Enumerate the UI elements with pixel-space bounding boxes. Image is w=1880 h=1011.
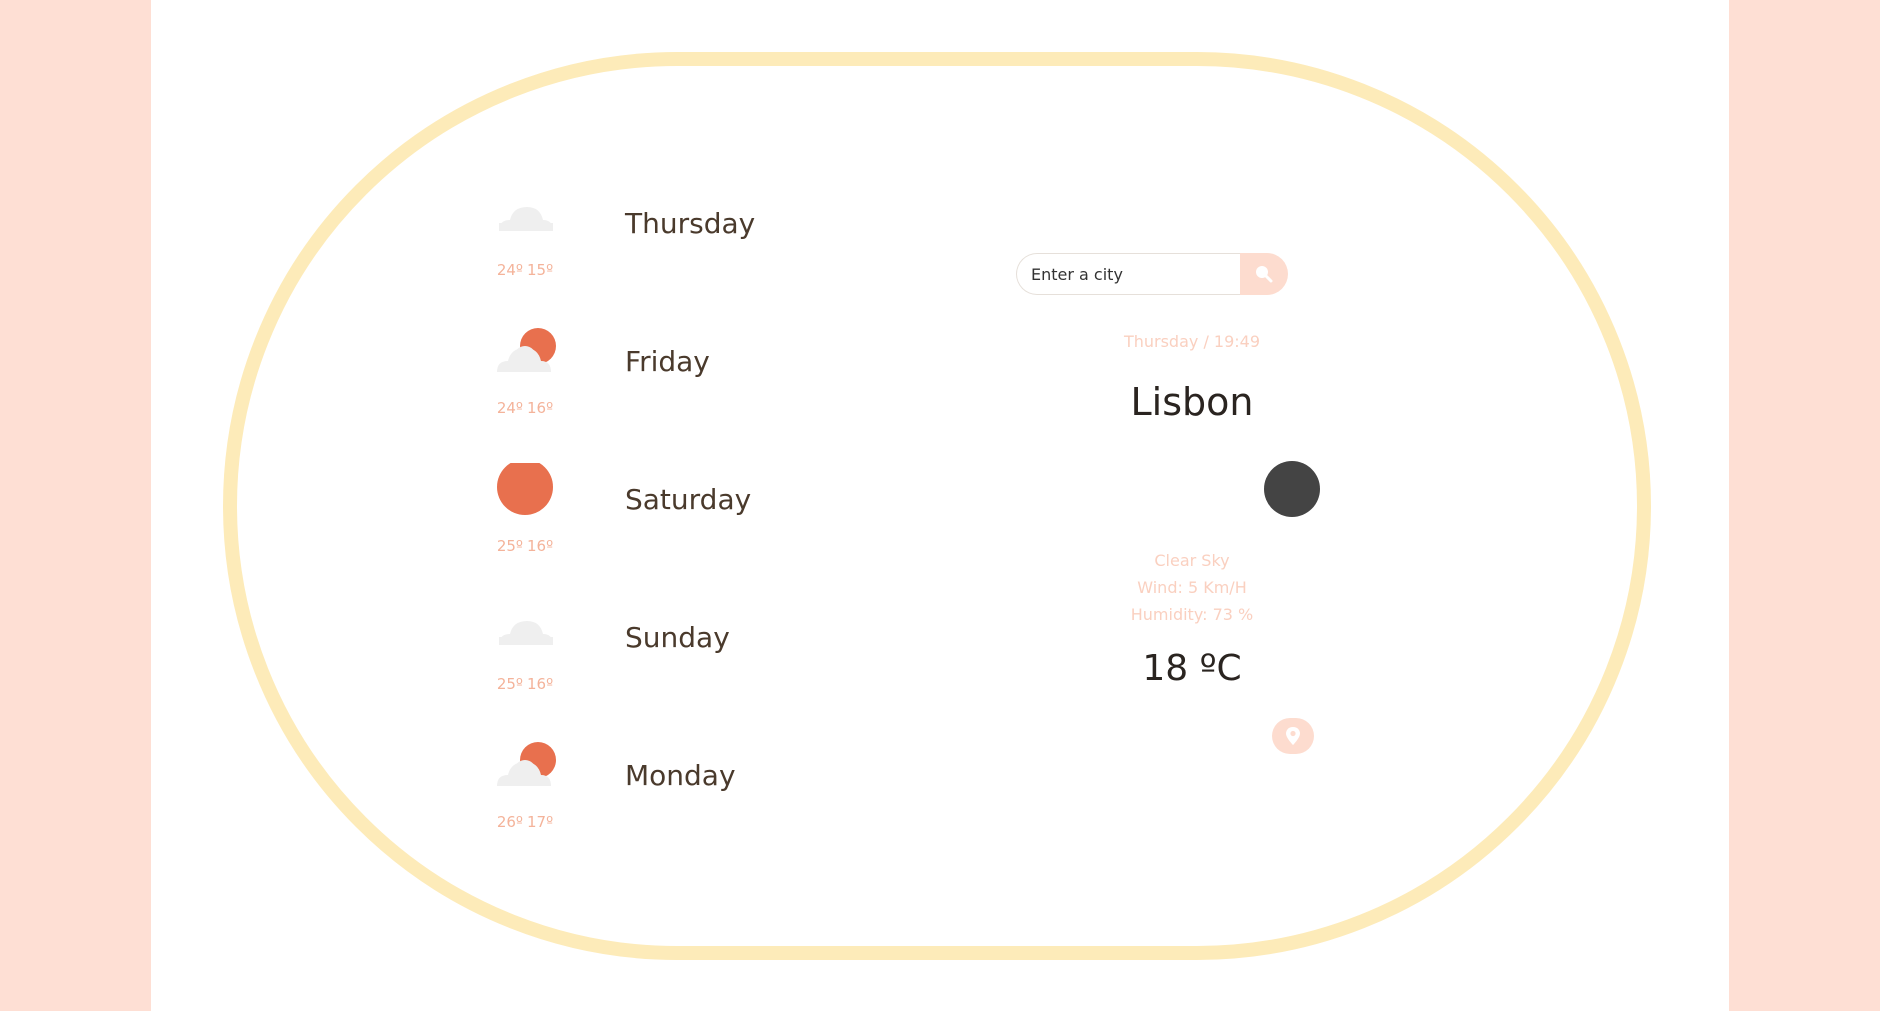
forecast-day-name: Friday <box>625 345 710 378</box>
sun-behind-cloud-icon <box>485 325 565 395</box>
moon-icon <box>1264 461 1320 517</box>
humidity: Humidity: 73 % <box>1130 605 1254 624</box>
current-location-button[interactable] <box>1272 718 1314 754</box>
weather-card-frame <box>223 52 1651 960</box>
current-conditions: Clear Sky Wind: 5 Km/H Humidity: 73 % <box>1037 547 1347 628</box>
forecast-temps: 25º 16º <box>485 675 565 693</box>
search-button[interactable] <box>1240 253 1288 295</box>
sun-icon <box>485 463 565 533</box>
forecast-min-temp: 16º <box>527 675 554 693</box>
forecast-day: 24º 16º Friday <box>485 325 785 445</box>
cloud-icon <box>485 187 565 257</box>
forecast-min-temp: 16º <box>527 399 554 417</box>
weather-description: Clear Sky <box>1154 551 1230 570</box>
forecast-temps: 25º 16º <box>485 537 565 555</box>
forecast-min-temp: 17º <box>527 813 554 831</box>
city-search-form <box>1016 253 1288 295</box>
forecast-day: 26º 17º Monday <box>485 739 785 859</box>
forecast-temps: 24º 15º <box>485 261 565 279</box>
current-datetime: Thursday / 19:49 <box>1123 332 1261 351</box>
cloud-icon <box>485 601 565 671</box>
forecast-max-temp: 24º <box>496 399 523 417</box>
city-name: Lisbon <box>1130 380 1254 424</box>
forecast-day-name: Thursday <box>625 207 756 240</box>
location-pin-icon <box>1286 727 1300 745</box>
wind-speed: Wind: 5 Km/H <box>1137 578 1247 597</box>
forecast-day: 25º 16º Sunday <box>485 601 785 721</box>
city-search-input[interactable] <box>1016 253 1240 295</box>
forecast-max-temp: 26º <box>496 813 523 831</box>
forecast-max-temp: 25º <box>496 675 523 693</box>
forecast-day: 24º 15º Thursday <box>485 187 785 307</box>
forecast-day-name: Sunday <box>625 621 730 654</box>
forecast-day: 25º 16º Saturday <box>485 463 785 583</box>
forecast-min-temp: 16º <box>527 537 554 555</box>
forecast-day-name: Saturday <box>625 483 752 516</box>
forecast-day-name: Monday <box>625 759 736 792</box>
forecast-max-temp: 25º <box>496 537 523 555</box>
current-temperature: 18 ºC <box>1142 648 1242 689</box>
sun-behind-cloud-icon <box>485 739 565 809</box>
forecast-temps: 24º 16º <box>485 399 565 417</box>
page: 24º 15º Thursday 24º 16º Friday 25º 16º … <box>151 0 1729 1011</box>
search-icon <box>1256 266 1273 283</box>
forecast-min-temp: 15º <box>527 261 554 279</box>
forecast-max-temp: 24º <box>496 261 523 279</box>
forecast-temps: 26º 17º <box>485 813 565 831</box>
